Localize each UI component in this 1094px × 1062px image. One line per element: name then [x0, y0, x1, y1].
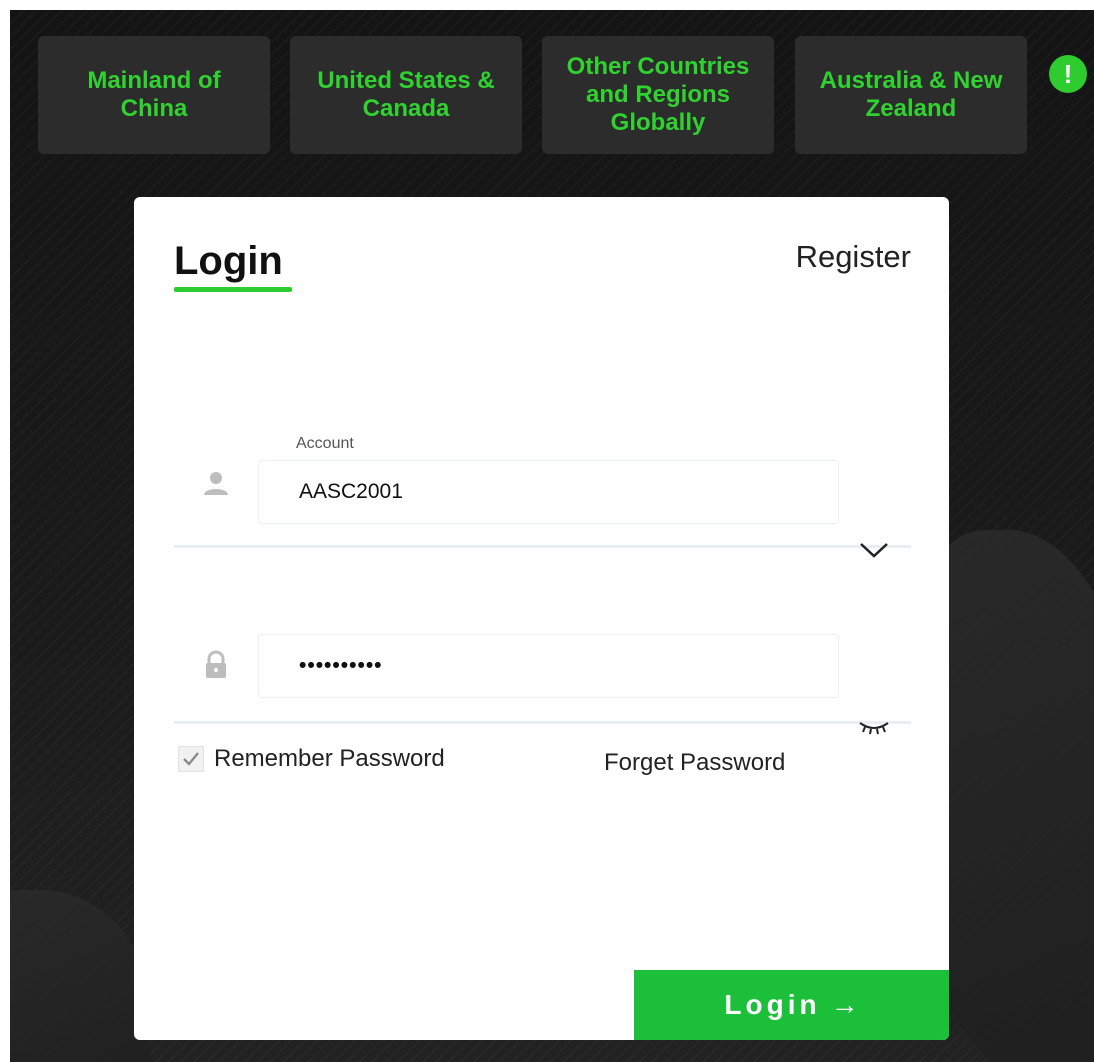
- chevron-down-icon[interactable]: [858, 539, 890, 561]
- background-rock: [10, 890, 150, 1062]
- login-button-label: Login: [724, 989, 821, 1020]
- region-tab-us-canada[interactable]: United States & Canada: [290, 36, 522, 154]
- alert-glyph: !: [1063, 58, 1073, 89]
- password-divider: [174, 721, 911, 724]
- region-tab-label: Australia & New Zealand: [819, 67, 1003, 122]
- active-tab-indicator: [174, 287, 292, 292]
- exclamation-icon[interactable]: !: [1049, 55, 1087, 93]
- account-input[interactable]: AASC2001: [258, 460, 839, 524]
- account-label: Account: [296, 435, 354, 452]
- region-tab-mainland-china[interactable]: Mainland of China: [38, 36, 270, 154]
- region-tab-label: Mainland of China: [87, 67, 221, 122]
- account-divider: [174, 545, 911, 548]
- remember-password-label: Remember Password: [214, 745, 445, 772]
- region-tab-australia-nz[interactable]: Australia & New Zealand: [795, 36, 1027, 154]
- region-tab-label: United States & Canada: [317, 67, 495, 122]
- arrow-right-icon: →: [830, 989, 859, 1020]
- account-value: AASC2001: [299, 480, 403, 503]
- login-card: Login Register Account AASC2001 ••••••••…: [134, 197, 949, 1040]
- checkmark-icon: [183, 752, 199, 766]
- remember-password-checkbox[interactable]: Remember Password: [178, 745, 445, 773]
- password-input[interactable]: ••••••••••: [258, 634, 839, 698]
- lock-icon: [198, 647, 234, 683]
- checkbox-box[interactable]: [178, 746, 204, 772]
- user-icon: [198, 465, 234, 501]
- password-value: ••••••••••: [299, 654, 383, 677]
- region-tab-other-regions[interactable]: Other Countries and Regions Globally: [542, 36, 774, 154]
- tab-login[interactable]: Login: [174, 239, 283, 284]
- eye-closed-icon[interactable]: [857, 718, 891, 738]
- login-button[interactable]: Login →: [634, 970, 949, 1040]
- region-tab-label: Other Countries and Regions Globally: [566, 53, 750, 136]
- tab-register[interactable]: Register: [796, 239, 911, 275]
- app-screen: Mainland of China United States & Canada…: [10, 10, 1094, 1062]
- forget-password-link[interactable]: Forget Password: [604, 749, 785, 777]
